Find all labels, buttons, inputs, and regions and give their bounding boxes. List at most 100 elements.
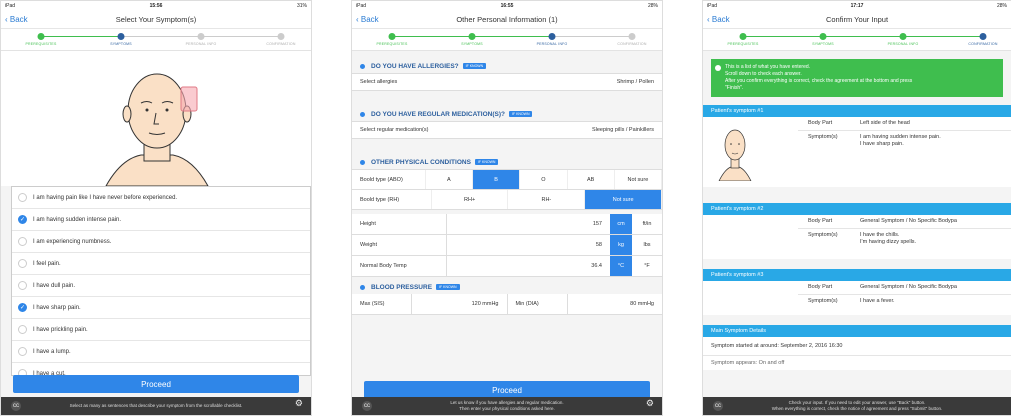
step-dot-pending — [628, 33, 636, 40]
kv-row: Body Part Left side of the head — [798, 117, 1011, 131]
kv-value: I have sharp pain. — [860, 141, 904, 147]
info-text: Scroll down to check each answer. — [725, 71, 802, 77]
checkbox-icon[interactable]: ✓ — [18, 303, 27, 312]
unit-fahrenheit[interactable]: °F — [632, 263, 662, 269]
checkbox-icon[interactable] — [18, 325, 27, 334]
unit-kg[interactable]: kg — [610, 235, 632, 255]
abo-option[interactable]: O — [520, 170, 568, 189]
abo-row: Boold type (ABO) A B O AB Not sure — [352, 170, 662, 190]
checklist-item[interactable]: I have dull pain. — [12, 275, 310, 297]
symptom-2-header: Patient's symptom #2 — [703, 203, 1011, 215]
info-icon — [715, 65, 721, 71]
rh-option-selected[interactable]: Not sure — [585, 190, 662, 209]
unit-cm[interactable]: cm — [610, 214, 632, 234]
rh-option[interactable]: RH+ — [432, 190, 509, 209]
step-dot-done — [37, 33, 45, 40]
checkbox-icon[interactable] — [18, 259, 27, 268]
bp-min-input[interactable]: 80 mmHg — [568, 301, 663, 307]
step-label: PREREQUISITES — [25, 42, 57, 46]
body-head-illustration[interactable] — [1, 51, 311, 187]
kv-row: Symptom(s) I have the chills. I'm having d… — [798, 229, 1011, 249]
checklist-item[interactable]: ✓ I have sharp pain. — [12, 297, 310, 319]
back-label: Back — [360, 15, 379, 24]
gear-icon[interactable]: ⚙ — [295, 399, 303, 408]
cc-icon: cc — [362, 401, 372, 411]
checkbox-icon[interactable]: ✓ — [18, 215, 27, 224]
started-at: Symptom started at around: September 2, … — [703, 337, 1011, 356]
page-title: Select Your Symptom(s) — [115, 15, 197, 24]
checklist-label: I am having sudden intense pain. — [33, 216, 122, 223]
page-title: Confirm Your Input — [825, 15, 889, 24]
progress-steps: PREREQUISITES SYMPTOMS PERSONAL INFO CON… — [1, 29, 311, 51]
allergies-heading: DO YOU HAVE ALLERGIES? IF KNOWN — [352, 59, 662, 73]
abo-label: Boold type (ABO) — [352, 170, 426, 189]
section-title: OTHER PHYSICAL CONDITIONS — [371, 158, 471, 166]
if-known-badge: IF KNOWN — [462, 63, 487, 69]
abo-option[interactable]: A — [426, 170, 473, 189]
checkbox-icon[interactable] — [18, 193, 27, 202]
kv-key: Body Part — [808, 218, 833, 224]
abo-option[interactable]: AB — [568, 170, 615, 189]
step-dot-current — [979, 33, 987, 40]
back-label: Back — [9, 15, 28, 24]
bp-max-input[interactable]: 120 mmHg — [412, 294, 508, 314]
field-value: Shrimp / Pollen — [616, 79, 654, 85]
medication-heading: DO YOU HAVE REGULAR MEDICATION(S)? IF KNO… — [352, 107, 662, 121]
gear-icon[interactable]: ⚙ — [646, 399, 654, 408]
proceed-label: Proceed — [141, 379, 171, 389]
bp-max-label: Max (SIS) — [352, 294, 412, 314]
weight-input[interactable]: 58 — [447, 242, 610, 248]
kv-row: Body Part General Symptom / No Specific B… — [798, 281, 1011, 295]
checklist-item[interactable]: I am having pain like I have never befor… — [12, 187, 310, 209]
bp-heading: BLOOD PRESSURE IF KNOWN — [352, 280, 662, 294]
back-button[interactable]: ‹ Back — [5, 15, 28, 24]
rh-option[interactable]: RH- — [508, 190, 586, 209]
kv-row: Symptom(s) I have a fever. — [798, 295, 1011, 308]
unit-celsius[interactable]: °C — [610, 256, 632, 276]
temp-input[interactable]: 36.4 — [447, 263, 610, 269]
medication-select[interactable]: Select regular medication(s) Sleeping pil… — [352, 121, 662, 139]
temp-row: Normal Body Temp 36.4 °C °F — [352, 256, 662, 277]
height-row: Height 157 cm ft/in — [352, 214, 662, 235]
back-button[interactable]: ‹ Back — [707, 15, 730, 24]
step-label: CONFIRMATION — [266, 42, 296, 46]
checklist-item[interactable]: I have a lump. — [12, 341, 310, 363]
checklist-item[interactable]: I feel pain. — [12, 253, 310, 275]
status-bar: iPad 17:17 28% — [703, 1, 1011, 11]
symptom-checklist[interactable]: I am having pain like I have never befor… — [11, 186, 311, 376]
checkbox-icon[interactable] — [18, 281, 27, 290]
proceed-button[interactable]: Proceed — [13, 375, 299, 393]
abo-option-selected[interactable]: B — [473, 170, 521, 189]
kv-row: Symptom(s) I am having sudden intense pai… — [798, 131, 1011, 151]
progress-steps: PREREQUISITES SYMPTOMS PERSONAL INFO CON… — [703, 29, 1011, 51]
checklist-label: I am experiencing numbness. — [33, 238, 112, 245]
unit-ftin[interactable]: ft/in — [632, 221, 662, 227]
kv-key: Body Part — [808, 284, 833, 290]
checkbox-icon[interactable] — [18, 237, 27, 246]
field-value: Sleeping pills / Painkillers — [591, 127, 654, 133]
height-input[interactable]: 157 — [447, 221, 610, 227]
info-text: "Finish". — [725, 85, 744, 91]
if-known-badge: IF KNOWN — [474, 159, 499, 165]
weight-row: Weight 58 kg lbs — [352, 235, 662, 256]
unit-lbs[interactable]: lbs — [632, 242, 662, 248]
allergies-select[interactable]: Select allergies Shrimp / Pollen — [352, 73, 662, 91]
back-button[interactable]: ‹ Back — [356, 15, 379, 24]
abo-option[interactable]: Not sure — [615, 170, 662, 189]
step-label: PREREQUISITES — [727, 42, 759, 46]
kv-key: Symptom(s) — [808, 232, 838, 238]
checklist-item[interactable]: I am experiencing numbness. — [12, 231, 310, 253]
kv-value: General Symptom / No Specific Bodypa — [860, 284, 957, 290]
kv-value: Left side of the head — [860, 120, 910, 126]
checklist-item[interactable]: ✓ I am having sudden intense pain. — [12, 209, 310, 231]
hint-text: When everything is correct, check the no… — [771, 406, 943, 411]
checkbox-icon[interactable] — [18, 347, 27, 356]
kv-key: Symptom(s) — [808, 134, 838, 140]
step-label: SYMPTOMS — [461, 42, 483, 46]
weight-label: Weight — [352, 235, 447, 255]
step-label: CONFIRMATION — [617, 42, 647, 46]
checklist-item[interactable]: I have prickling pain. — [12, 319, 310, 341]
blood-type-grid: Boold type (ABO) A B O AB Not sure Boold… — [352, 169, 662, 210]
temp-label: Normal Body Temp — [352, 256, 447, 276]
height-label: Height — [352, 214, 447, 234]
